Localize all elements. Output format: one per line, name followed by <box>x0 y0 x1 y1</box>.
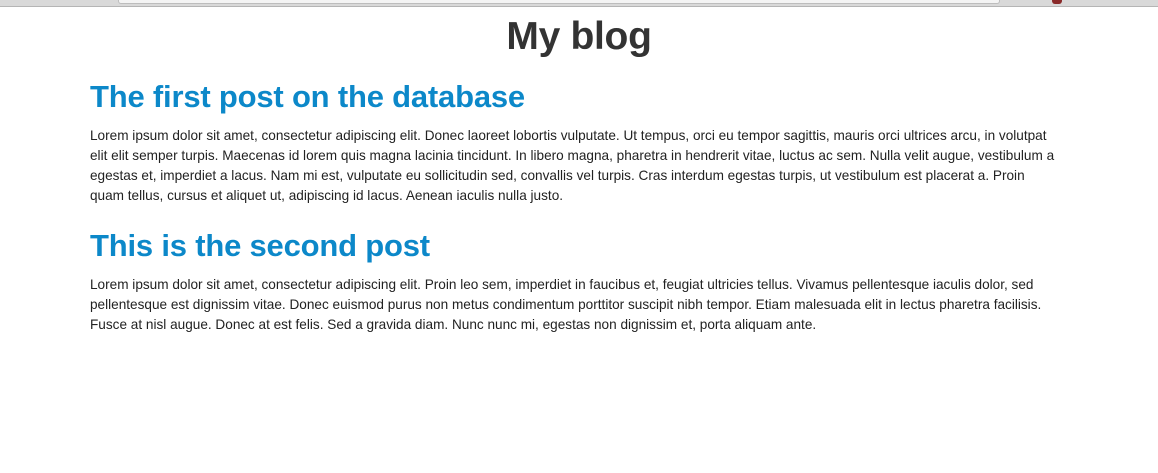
post-body: Lorem ipsum dolor sit amet, consectetur … <box>90 128 1055 203</box>
blog-post: This is the second post Lorem ipsum dolo… <box>90 227 1058 335</box>
blog-post: The first post on the database Lorem ips… <box>90 78 1058 206</box>
post-title-link[interactable]: The first post on the database <box>90 78 1058 116</box>
site-title: My blog <box>506 15 652 58</box>
post-title-link[interactable]: This is the second post <box>90 227 1058 265</box>
extension-icon[interactable] <box>1052 0 1062 4</box>
post-body: Lorem ipsum dolor sit amet, consectetur … <box>90 277 1042 332</box>
address-bar-edge[interactable] <box>118 0 1000 4</box>
browser-toolbar-edge <box>0 0 1158 7</box>
